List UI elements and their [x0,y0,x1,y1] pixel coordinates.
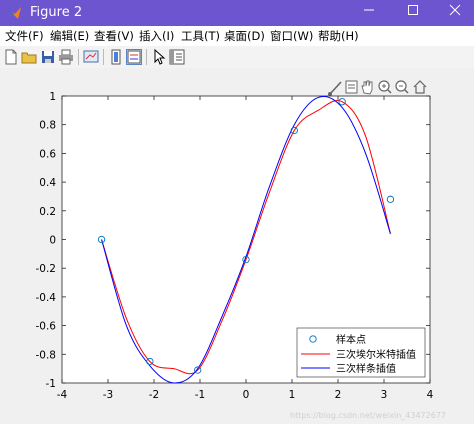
x-tick-label: 4 [427,389,434,401]
y-tick-label: -1 [46,378,56,390]
y-tick-label: 0.8 [39,120,56,132]
x-tick-label: 0 [243,389,250,401]
y-tick-label: -0.8 [36,349,57,361]
x-tick-label: 2 [335,389,342,401]
menu-file[interactable]: 文件(F) [5,28,44,44]
zoom-out-icon[interactable] [395,80,409,94]
figure-toolbar [0,46,474,69]
legend-label-hermite: 三次埃尔米特插值 [336,348,416,361]
brush-icon[interactable] [328,81,342,96]
home-icon[interactable] [413,80,427,94]
save-icon[interactable] [40,49,56,65]
y-tick-label: -0.2 [36,263,57,275]
toolbar-separator [103,49,104,65]
legend-label-samples: 样本点 [336,333,366,346]
axes-toolbar [328,80,427,96]
colorbar-icon[interactable] [108,49,124,65]
pan-icon[interactable] [361,80,373,95]
open-icon[interactable] [21,49,37,65]
menu-window[interactable]: 窗口(W) [270,28,313,44]
zoom-in-icon[interactable] [378,80,392,94]
toolbar-separator [146,49,147,65]
x-tick-label: -4 [57,389,68,401]
close-button[interactable] [440,0,470,26]
x-tick-label: -1 [195,389,205,401]
link-plot-icon[interactable] [83,49,99,65]
new-figure-icon[interactable] [3,49,19,65]
legend-label-spline: 三次样条插值 [336,362,396,375]
x-tick-label: -3 [103,389,113,401]
menu-bar: 文件(F) 编辑(E) 查看(V) 插入(I) 工具(T) 桌面(D) 窗口(W… [0,26,474,46]
menu-view[interactable]: 查看(V) [94,28,134,44]
property-inspector-icon[interactable] [169,49,185,65]
close-icon [449,4,461,16]
matlab-icon [9,7,21,19]
datatip-icon[interactable] [345,80,358,94]
x-tick-label: 1 [289,389,296,401]
menu-insert[interactable]: 插入(I) [139,28,174,44]
maximize-icon [408,5,418,15]
y-tick-label: 0.4 [39,177,56,189]
menu-tools[interactable]: 工具(T) [181,28,220,44]
window-titlebar: Figure 2 [0,0,474,26]
legend: 样本点 三次埃尔米特插值 三次样条插值 [296,327,426,378]
minimize-button[interactable] [354,0,384,26]
watermark: https://blog.csdn.net/weixin_43472677 [290,411,446,420]
menu-edit[interactable]: 编辑(E) [50,28,89,44]
legend-icon[interactable] [126,49,142,65]
print-icon[interactable] [58,49,74,65]
x-tick-label: 3 [381,389,388,401]
menu-help[interactable]: 帮助(H) [318,28,359,44]
y-tick-label: 1 [49,91,56,103]
y-tick-label: -0.6 [36,321,57,333]
figure-canvas: -4 -3 -2 -1 0 1 2 3 4 1 0.8 0.6 0.4 0.2 0 -0.2 -0.4 -0.6 -… [0,68,474,424]
select-arrow-icon[interactable] [151,49,167,65]
menu-desktop[interactable]: 桌面(D) [224,28,265,44]
y-tick-label: -0.4 [36,292,57,304]
y-tick-label: 0.6 [39,148,56,160]
toolbar-separator [78,49,79,65]
maximize-button[interactable] [398,0,428,26]
window-title: Figure 2 [30,5,83,20]
x-tick-label: -2 [149,389,159,401]
minimize-icon [364,9,374,11]
y-tick-label: 0.2 [39,206,56,218]
y-tick-label: 0 [49,235,56,247]
